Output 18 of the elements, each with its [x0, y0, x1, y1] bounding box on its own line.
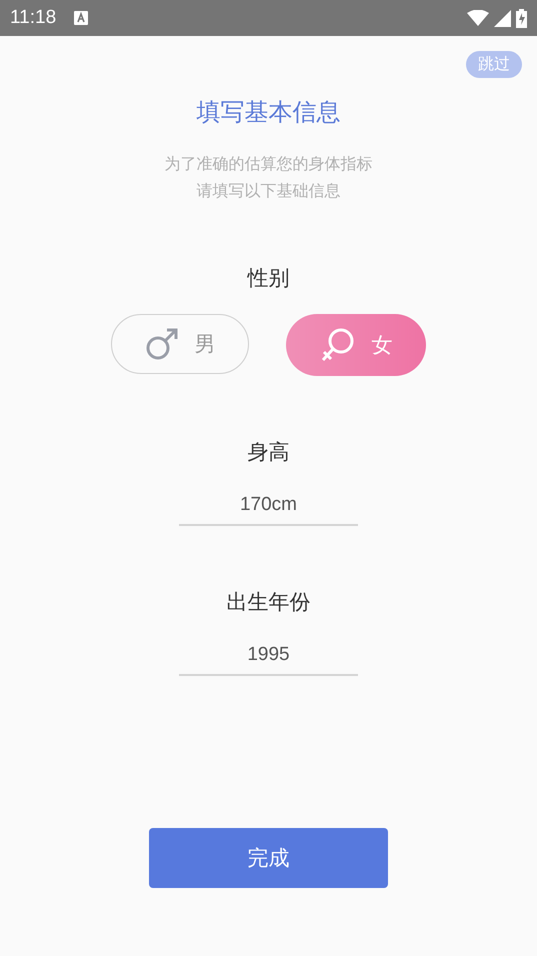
- subtitle-line: 请填写以下基础信息: [196, 180, 340, 202]
- height-input[interactable]: 170cm: [179, 488, 358, 526]
- birth-year-input[interactable]: 1995: [179, 638, 358, 676]
- gender-option[interactable]: 男: [111, 314, 249, 374]
- gender-label: 性别: [248, 265, 290, 292]
- status-time: 11:18: [10, 7, 56, 29]
- female-symbol-icon: [320, 327, 356, 363]
- signal-icon: [494, 10, 511, 26]
- page-title: 填写基本信息: [196, 97, 340, 128]
- height-label: 身高: [248, 439, 290, 466]
- male-symbol-icon: [144, 327, 178, 361]
- gender-option[interactable]: 女: [286, 314, 426, 376]
- keyboard-notification-icon: [74, 11, 88, 25]
- battery-charging-icon: [516, 8, 527, 28]
- done-button[interactable]: 完成: [149, 828, 388, 888]
- birth-year-label: 出生年份: [226, 589, 310, 616]
- wifi-icon: [467, 10, 489, 26]
- subtitle-line: 为了准确的估算您的身体指标: [164, 153, 372, 175]
